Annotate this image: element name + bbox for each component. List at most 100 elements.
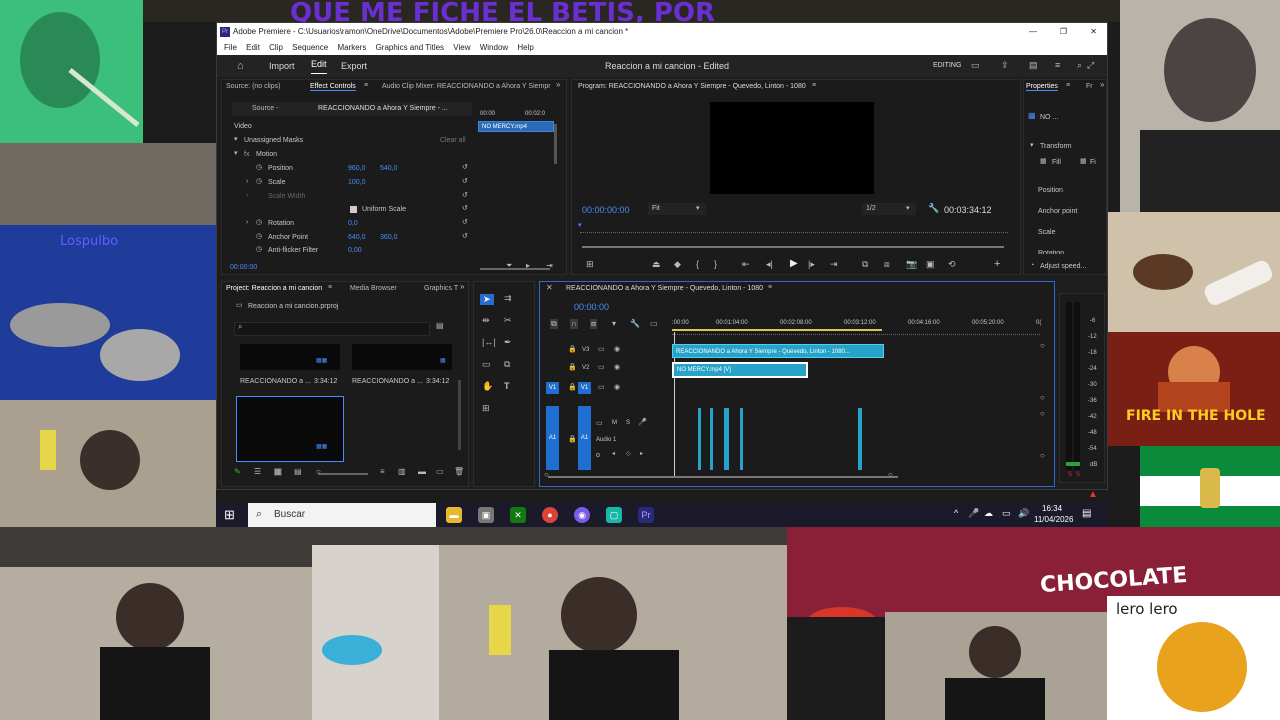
more-panels-icon[interactable]: » [1100, 81, 1104, 89]
scroll-handle-icon[interactable]: ○ [1040, 394, 1045, 402]
project-item-thumb-3[interactable] [236, 396, 344, 462]
ec-timecode[interactable]: 00:00:00 [230, 264, 257, 271]
scroll-handle-icon[interactable]: ○ [1040, 342, 1045, 350]
rotation-value[interactable]: 0,0 [348, 220, 358, 227]
tab-export[interactable]: Export [341, 55, 367, 77]
program-scroll[interactable] [582, 246, 1004, 248]
pencil-icon[interactable]: ✎ [234, 468, 241, 476]
tab-audio-mixer[interactable]: Audio Clip Mixer: REACCIONANDO a Ahora Y… [382, 83, 551, 90]
clip-v3[interactable]: REACCIONANDO a Ahora Y Siempre - Quevedo… [672, 344, 884, 358]
stopwatch-icon[interactable]: ◷ [256, 219, 262, 226]
freeform-view-icon[interactable]: ▤ [294, 468, 302, 476]
file-explorer-icon[interactable]: ▬ [446, 507, 462, 523]
volume-knob[interactable]: o [596, 452, 600, 459]
v1-source-tag[interactable]: V1 [546, 382, 559, 394]
project-item-thumb-1[interactable] [240, 344, 340, 370]
position-y[interactable]: 540,0 [380, 165, 398, 172]
wrench-icon[interactable]: 🔧 [928, 204, 939, 213]
icon-view-icon[interactable]: ▦ [274, 468, 282, 476]
audio-clip-4[interactable] [740, 408, 743, 470]
export-frame-icon[interactable]: ⇥ [546, 262, 553, 270]
tab-project[interactable]: Project: Reaccion a mi cancion [226, 285, 322, 292]
project-search-input[interactable] [234, 322, 430, 336]
panel-menu-icon[interactable]: ≡ [328, 284, 332, 291]
captions-icon[interactable]: ▭ [650, 320, 658, 328]
eye-icon[interactable]: ◉ [614, 346, 620, 353]
keyframe-icon[interactable]: ◇ [626, 451, 631, 457]
fill-label[interactable]: Fill [1052, 159, 1061, 166]
scale-value[interactable]: 100,0 [348, 179, 366, 186]
adjust-speed-button[interactable]: Adjust speed... [1040, 263, 1086, 270]
audio-clip-2[interactable] [710, 408, 713, 470]
subtab-source[interactable]: Source - [252, 105, 278, 112]
project-scrollbar[interactable] [458, 380, 461, 450]
messenger-icon[interactable]: ◉ [574, 507, 590, 523]
mark-out-icon[interactable]: } [714, 260, 717, 269]
anchor-y[interactable]: 360,0 [380, 234, 398, 241]
new-folder-icon[interactable]: ▬ [418, 468, 426, 476]
new-item-icon[interactable]: ▭ [436, 468, 444, 476]
workspace-icon[interactable]: ▭ [971, 61, 980, 70]
program-tab[interactable]: Program: REACCIONANDO a Ahora Y Siempre … [578, 83, 806, 90]
close-tab-icon[interactable]: ✕ [546, 284, 553, 292]
playhead-icon[interactable]: ▾ [578, 222, 582, 229]
timeline-tab[interactable]: REACCIONANDO a Ahora Y Siempre - Quevedo… [566, 285, 763, 292]
proxy-icon[interactable]: ⟲ [948, 260, 956, 269]
mark-in-icon[interactable]: { [696, 260, 699, 269]
chevron-right-icon[interactable]: › [246, 192, 248, 199]
panel-menu-icon[interactable]: ≡ [364, 82, 368, 89]
rectangle-tool-icon[interactable]: ▭ [482, 360, 491, 369]
sync-icon[interactable]: ▭ [598, 346, 605, 353]
track-v1-label[interactable]: V1 [578, 382, 591, 394]
razor-tool-icon[interactable]: ✂ [504, 316, 512, 325]
automate-icon[interactable]: ▥ [398, 468, 406, 476]
anti-flicker-value[interactable]: 0,00 [348, 247, 362, 254]
type-tool-icon[interactable]: T [504, 382, 510, 391]
reset-icon[interactable]: ↺ [462, 178, 468, 185]
display-icon[interactable]: ▭ [1002, 509, 1011, 518]
premiere-taskbar-icon[interactable]: Pr [638, 507, 654, 523]
lock-icon[interactable]: 🔒 [568, 384, 577, 391]
caption-tool-icon[interactable]: ⊞ [482, 404, 490, 413]
timeline-ruler[interactable]: :00:00 00:01:04:00 00:02:08:00 00:03:12:… [672, 320, 1041, 335]
slider-handle-icon[interactable]: ○ [316, 468, 321, 476]
track-select-icon[interactable]: ⇉ [504, 294, 512, 303]
windows-start-icon[interactable]: ⊞ [224, 508, 235, 521]
add-button-icon[interactable]: + [994, 259, 1000, 270]
new-bin-icon[interactable]: ▤ [436, 322, 444, 330]
tab-source[interactable]: Source: (no clips) [226, 83, 280, 90]
sync-icon[interactable]: ▭ [596, 420, 603, 427]
capcut-icon[interactable]: ▢ [606, 507, 622, 523]
taskbar-search[interactable]: ⌕ Buscar [248, 503, 436, 527]
step-forward-icon[interactable]: |▸ [808, 260, 815, 269]
ec-clip-bar[interactable]: NO MERCY.mp4 [478, 121, 554, 132]
work-area-bar[interactable] [672, 329, 882, 331]
menu-graphics[interactable]: Graphics and Titles [376, 43, 444, 52]
speed-icon[interactable]: ◔ [1030, 262, 1034, 269]
scroll-handle-icon[interactable]: ○ [1040, 410, 1045, 418]
fill-icon[interactable]: ▦ [1040, 158, 1047, 165]
solo-right-button[interactable]: S [1076, 472, 1080, 478]
mic-tray-icon[interactable]: 🎤 [968, 509, 979, 518]
tab-properties[interactable]: Properties [1026, 83, 1058, 91]
program-timecode[interactable]: 00:00:00:00 [582, 205, 630, 215]
xbox-icon[interactable]: ✕ [510, 507, 526, 523]
tab-media-browser[interactable]: Media Browser [350, 285, 397, 292]
menu-view[interactable]: View [453, 43, 470, 52]
stopwatch-icon[interactable]: ◷ [256, 164, 262, 171]
maximize-button[interactable]: ❐ [1060, 23, 1067, 41]
hand-tool-icon[interactable]: ✋ [482, 382, 493, 391]
sync-icon[interactable]: ▭ [598, 364, 605, 371]
keyframe-next-icon[interactable]: ▸ [640, 451, 643, 457]
settings-wrench-icon[interactable]: 🔧 [630, 320, 640, 328]
tab-edit[interactable]: Edit [311, 55, 327, 74]
solo-button[interactable]: S [626, 420, 630, 426]
camera-icon[interactable]: 📷 [906, 260, 917, 269]
tab-import[interactable]: Import [269, 55, 295, 77]
taskbar-date[interactable]: 11/04/2026 [1034, 515, 1073, 524]
clear-all-button[interactable]: Clear all [440, 137, 466, 144]
project-item-thumb-2[interactable] [352, 344, 452, 370]
go-to-out-icon[interactable]: ⇥ [830, 260, 838, 269]
scroll-handle-icon[interactable]: ○ [544, 471, 549, 479]
workspace-label[interactable]: EDITING [933, 55, 961, 77]
